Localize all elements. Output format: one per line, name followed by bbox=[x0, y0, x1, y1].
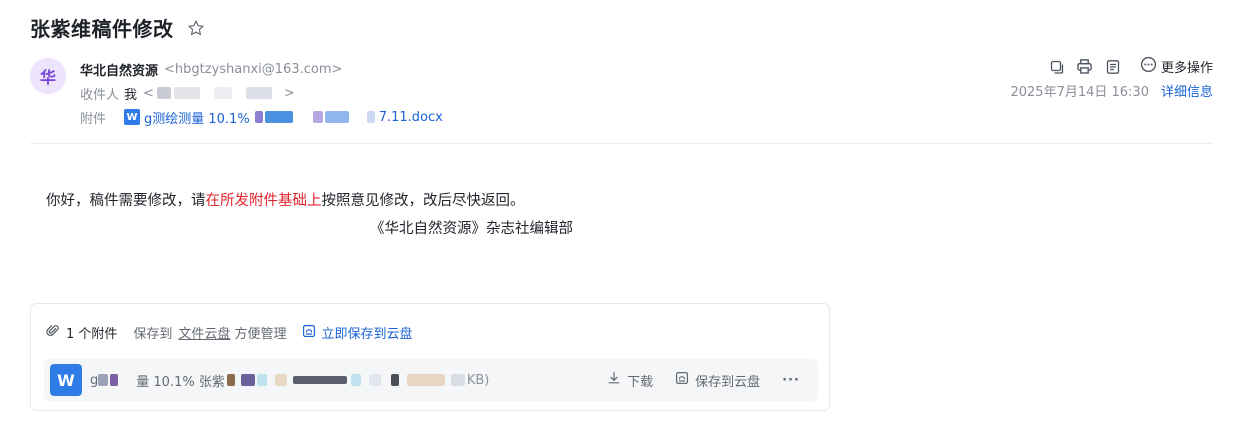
recipient-open: < bbox=[143, 85, 154, 101]
body-greeting: 你好，稿件需要修改，请 bbox=[46, 193, 206, 209]
redacted-block bbox=[390, 374, 399, 386]
date-row: 2025年7月14日 16:30 详细信息 bbox=[1010, 81, 1213, 100]
file-actions: 下载 保存到云盘 ··· bbox=[607, 359, 800, 401]
redacted-block bbox=[274, 374, 287, 386]
sender-name[interactable]: 华北自然资源 bbox=[80, 60, 158, 79]
redacted-block bbox=[110, 374, 119, 386]
more-icon bbox=[1140, 56, 1157, 77]
sender-email[interactable]: <hbgtzyshanxi@163.com> bbox=[164, 62, 342, 77]
file-name-prefix: g bbox=[90, 372, 99, 388]
redacted-block bbox=[173, 87, 200, 99]
attachment-chip[interactable]: W g测绘测量 10.1% 7.11.docx bbox=[124, 108, 443, 127]
email-subject-row: 张紫维稿件修改 bbox=[30, 13, 206, 42]
recipient-me[interactable]: 我 bbox=[124, 84, 137, 103]
file-cloud-link[interactable]: 文件云盘 bbox=[178, 323, 230, 342]
attachment-label: 附件 bbox=[80, 111, 107, 127]
attachment-name-prefix: g测绘测量 10.1% bbox=[144, 111, 250, 127]
attachment-count: 1 个附件 bbox=[66, 327, 118, 342]
save-to-label: 保存到 bbox=[133, 327, 173, 342]
save-to-cloud-now-button[interactable]: 立即保存到云盘 bbox=[302, 323, 412, 342]
paperclip-icon bbox=[46, 324, 60, 342]
file-size-tail: KB) bbox=[466, 372, 490, 388]
attachment-file-name: g 量 10.1% 张紫 KB) bbox=[90, 371, 489, 390]
download-label: 下载 bbox=[627, 374, 654, 390]
redacted-block bbox=[324, 111, 349, 123]
email-signature: 《华北自然资源》杂志社编辑部 bbox=[370, 221, 573, 237]
attachment-row: 附件 W g测绘测量 10.1% 7.11.docx bbox=[80, 105, 443, 129]
recipient-label: 收件人 bbox=[80, 87, 120, 103]
redacted-block bbox=[368, 374, 381, 386]
email-meta: 华北自然资源 <hbgtzyshanxi@163.com> 收件人 我 < > … bbox=[80, 57, 443, 129]
word-file-icon: W bbox=[50, 364, 82, 396]
star-icon[interactable] bbox=[186, 18, 206, 38]
print-icon[interactable] bbox=[1076, 58, 1094, 76]
redacted-block bbox=[98, 374, 109, 386]
redacted-block bbox=[292, 376, 347, 384]
avatar[interactable]: 华 bbox=[30, 58, 66, 94]
word-file-icon: W bbox=[124, 109, 140, 125]
file-more-button[interactable]: ··· bbox=[782, 373, 800, 388]
header-divider bbox=[30, 143, 1213, 144]
sender-row: 华北自然资源 <hbgtzyshanxi@163.com> bbox=[80, 57, 443, 81]
download-icon bbox=[607, 371, 621, 389]
redacted-block bbox=[213, 87, 232, 99]
redacted-block bbox=[256, 374, 267, 386]
file-name-mid: 量 10.1% 张紫 bbox=[136, 374, 225, 390]
redacted-block bbox=[406, 374, 445, 386]
redacted-block bbox=[350, 374, 361, 386]
more-actions-label: 更多操作 bbox=[1160, 61, 1213, 76]
redacted-block bbox=[450, 374, 465, 386]
avatar-char: 华 bbox=[39, 68, 56, 87]
attachments-header: 1 个附件 保存到 文件云盘 方便管理 立即保存到云盘 bbox=[46, 323, 412, 342]
save-to-cloud-label: 保存到云盘 bbox=[695, 374, 761, 390]
redacted-block bbox=[245, 87, 272, 99]
more-actions-button[interactable]: 更多操作 bbox=[1140, 56, 1213, 77]
recipient-row: 收件人 我 < > bbox=[80, 81, 443, 105]
body-rest: 按照意见修改，改后尽快返回。 bbox=[321, 193, 525, 209]
save-to-cloud-now-label: 立即保存到云盘 bbox=[321, 327, 413, 342]
note-icon[interactable] bbox=[1104, 58, 1122, 76]
redacted-block bbox=[254, 111, 263, 123]
redacted-block bbox=[156, 87, 171, 99]
cloud-save-icon bbox=[675, 371, 689, 389]
email-subject: 张紫维稿件修改 bbox=[30, 17, 174, 41]
body-highlight: 在所发附件基础上 bbox=[205, 193, 322, 209]
detail-info-link[interactable]: 详细信息 bbox=[1161, 81, 1213, 100]
attachment-name-suffix: 7.11.docx bbox=[378, 109, 443, 125]
redacted-block bbox=[264, 111, 293, 123]
cloud-save-icon bbox=[302, 324, 316, 342]
email-toolbar: 更多操作 bbox=[1048, 56, 1213, 77]
copy-icon[interactable] bbox=[1048, 58, 1066, 76]
save-to-cloud-button[interactable]: 保存到云盘 bbox=[675, 371, 760, 390]
redacted-block bbox=[312, 111, 323, 123]
attachments-card: 1 个附件 保存到 文件云盘 方便管理 立即保存到云盘 W g 量 10.1% … bbox=[30, 303, 830, 411]
redacted-block bbox=[226, 374, 235, 386]
email-date: 2025年7月14日 16:30 bbox=[1010, 85, 1149, 100]
download-button[interactable]: 下载 bbox=[607, 371, 653, 390]
manage-label: 方便管理 bbox=[234, 327, 287, 342]
redacted-block bbox=[366, 111, 375, 123]
redacted-block bbox=[240, 374, 255, 386]
recipient-close: > bbox=[283, 85, 295, 101]
attachment-file-row[interactable]: W g 量 10.1% 张紫 KB) 下载 保存到云盘 ··· bbox=[44, 359, 818, 401]
email-body: 你好，稿件需要修改，请在所发附件基础上按照意见修改，改后尽快返回。 bbox=[46, 190, 525, 212]
